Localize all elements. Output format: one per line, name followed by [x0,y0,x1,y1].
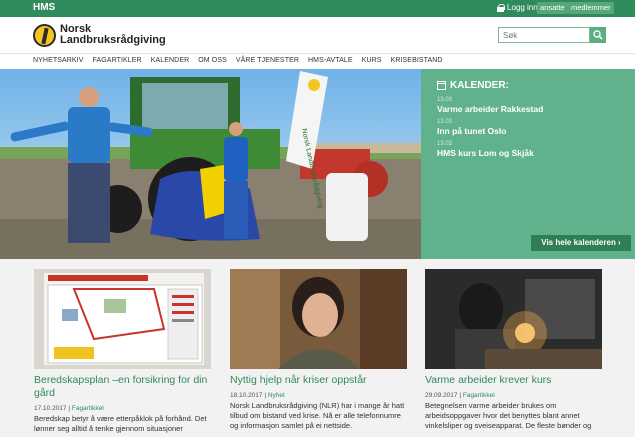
article-card[interactable]: Varme arbeider krever kurs 29.09.2017 | … [425,269,602,431]
logo-text[interactable]: Norsk Landbruksrådgiving [60,24,166,46]
article-card[interactable]: Nyttig hjelp når kriser oppstår 18.10.20… [230,269,407,431]
show-all-calendar-button[interactable]: Vis hele kalenderen › [531,235,631,251]
article-image[interactable] [34,269,211,369]
article-image[interactable] [425,269,602,369]
article-card[interactable]: Beredskapsplan –en forsikring for din gå… [34,269,211,434]
search-button[interactable] [590,27,606,43]
article-meta: 29.09.2017 | Fagartikkel [425,392,495,399]
event-name[interactable]: Inn på tunet Oslo [437,126,506,136]
article-meta: 17.10.2017 | Fagartikkel [34,405,104,412]
article-meta: 18.10.2017 | Nyhet [230,392,285,399]
login-employees-button[interactable]: ansatte [537,2,568,14]
nav-item-hms-avtale[interactable]: HMS-AVTALE [308,57,353,64]
login-label: Logg inn: [507,3,540,12]
nav-item-kalender[interactable]: KALENDER [151,57,190,64]
nav-item-nyhetsarkiv[interactable]: NYHETSARKIV [33,57,84,64]
nav-item-kurs[interactable]: KURS [362,57,382,64]
calendar-icon [437,81,446,90]
main-nav: NYHETSARKIV FAGARTIKLER KALENDER OM OSS … [0,53,635,69]
hero-image[interactable]: Norsk Landbruksrådgiving [0,69,421,259]
site-header: Norsk Landbruksrådgiving [0,17,635,53]
article-title[interactable]: Varme arbeider krever kurs [425,374,602,387]
section-label[interactable]: HMS [33,2,55,13]
article-title[interactable]: Nyttig hjelp når kriser oppstår [230,374,407,387]
login-area: Logg inn: [497,3,540,12]
login-members-button[interactable]: medlemmer [568,2,614,14]
article-category: Nyhet [267,392,285,399]
calendar-panel: KALENDER: 13.03 Varme arbeider Rakkestad… [421,69,635,259]
article-excerpt: Betegnelsen varme arbeider brukes om arb… [425,401,592,430]
nav-item-krisebistand[interactable]: KRISEBISTAND [391,57,443,64]
article-category: Fagartikkel [71,405,104,412]
event-name[interactable]: HMS kurs Lom og Skjåk [437,148,534,158]
article-excerpt: Beredskap betyr å være etterpåklok på fo… [34,414,207,433]
event-name[interactable]: Varme arbeider Rakkestad [437,104,543,114]
top-bar: HMS Logg inn: ansatte medlemmer [0,0,635,17]
article-date: 17.10.2017 [34,405,67,412]
article-date: 18.10.2017 [230,392,263,399]
event-date: 13.03 [437,119,453,125]
event-date: 13.03 [437,97,453,103]
calendar-event[interactable]: 13.03 Varme arbeider Rakkestad [437,97,543,114]
logo-mark-icon[interactable] [33,24,56,47]
calendar-title: KALENDER: [437,80,509,91]
nav-item-fagartikler[interactable]: FAGARTIKLER [93,57,142,64]
article-title[interactable]: Beredskapsplan –en forsikring for din gå… [34,374,211,400]
calendar-event[interactable]: 13.03 HMS kurs Lom og Skjåk [437,141,534,158]
lock-icon [497,3,505,12]
article-image[interactable] [230,269,407,369]
search-input[interactable] [498,27,590,43]
nav-item-vare-tjenester[interactable]: VÅRE TJENESTER [236,57,299,64]
article-date: 29.09.2017 [425,392,458,399]
calendar-event[interactable]: 13.03 Inn på tunet Oslo [437,119,506,136]
article-category: Fagartikkel [462,392,495,399]
nav-item-om-oss[interactable]: OM OSS [198,57,227,64]
article-excerpt: Norsk Landbruksrådgiving (NLR) har i man… [230,401,405,430]
event-date: 13.03 [437,141,453,147]
search-icon [593,30,603,40]
